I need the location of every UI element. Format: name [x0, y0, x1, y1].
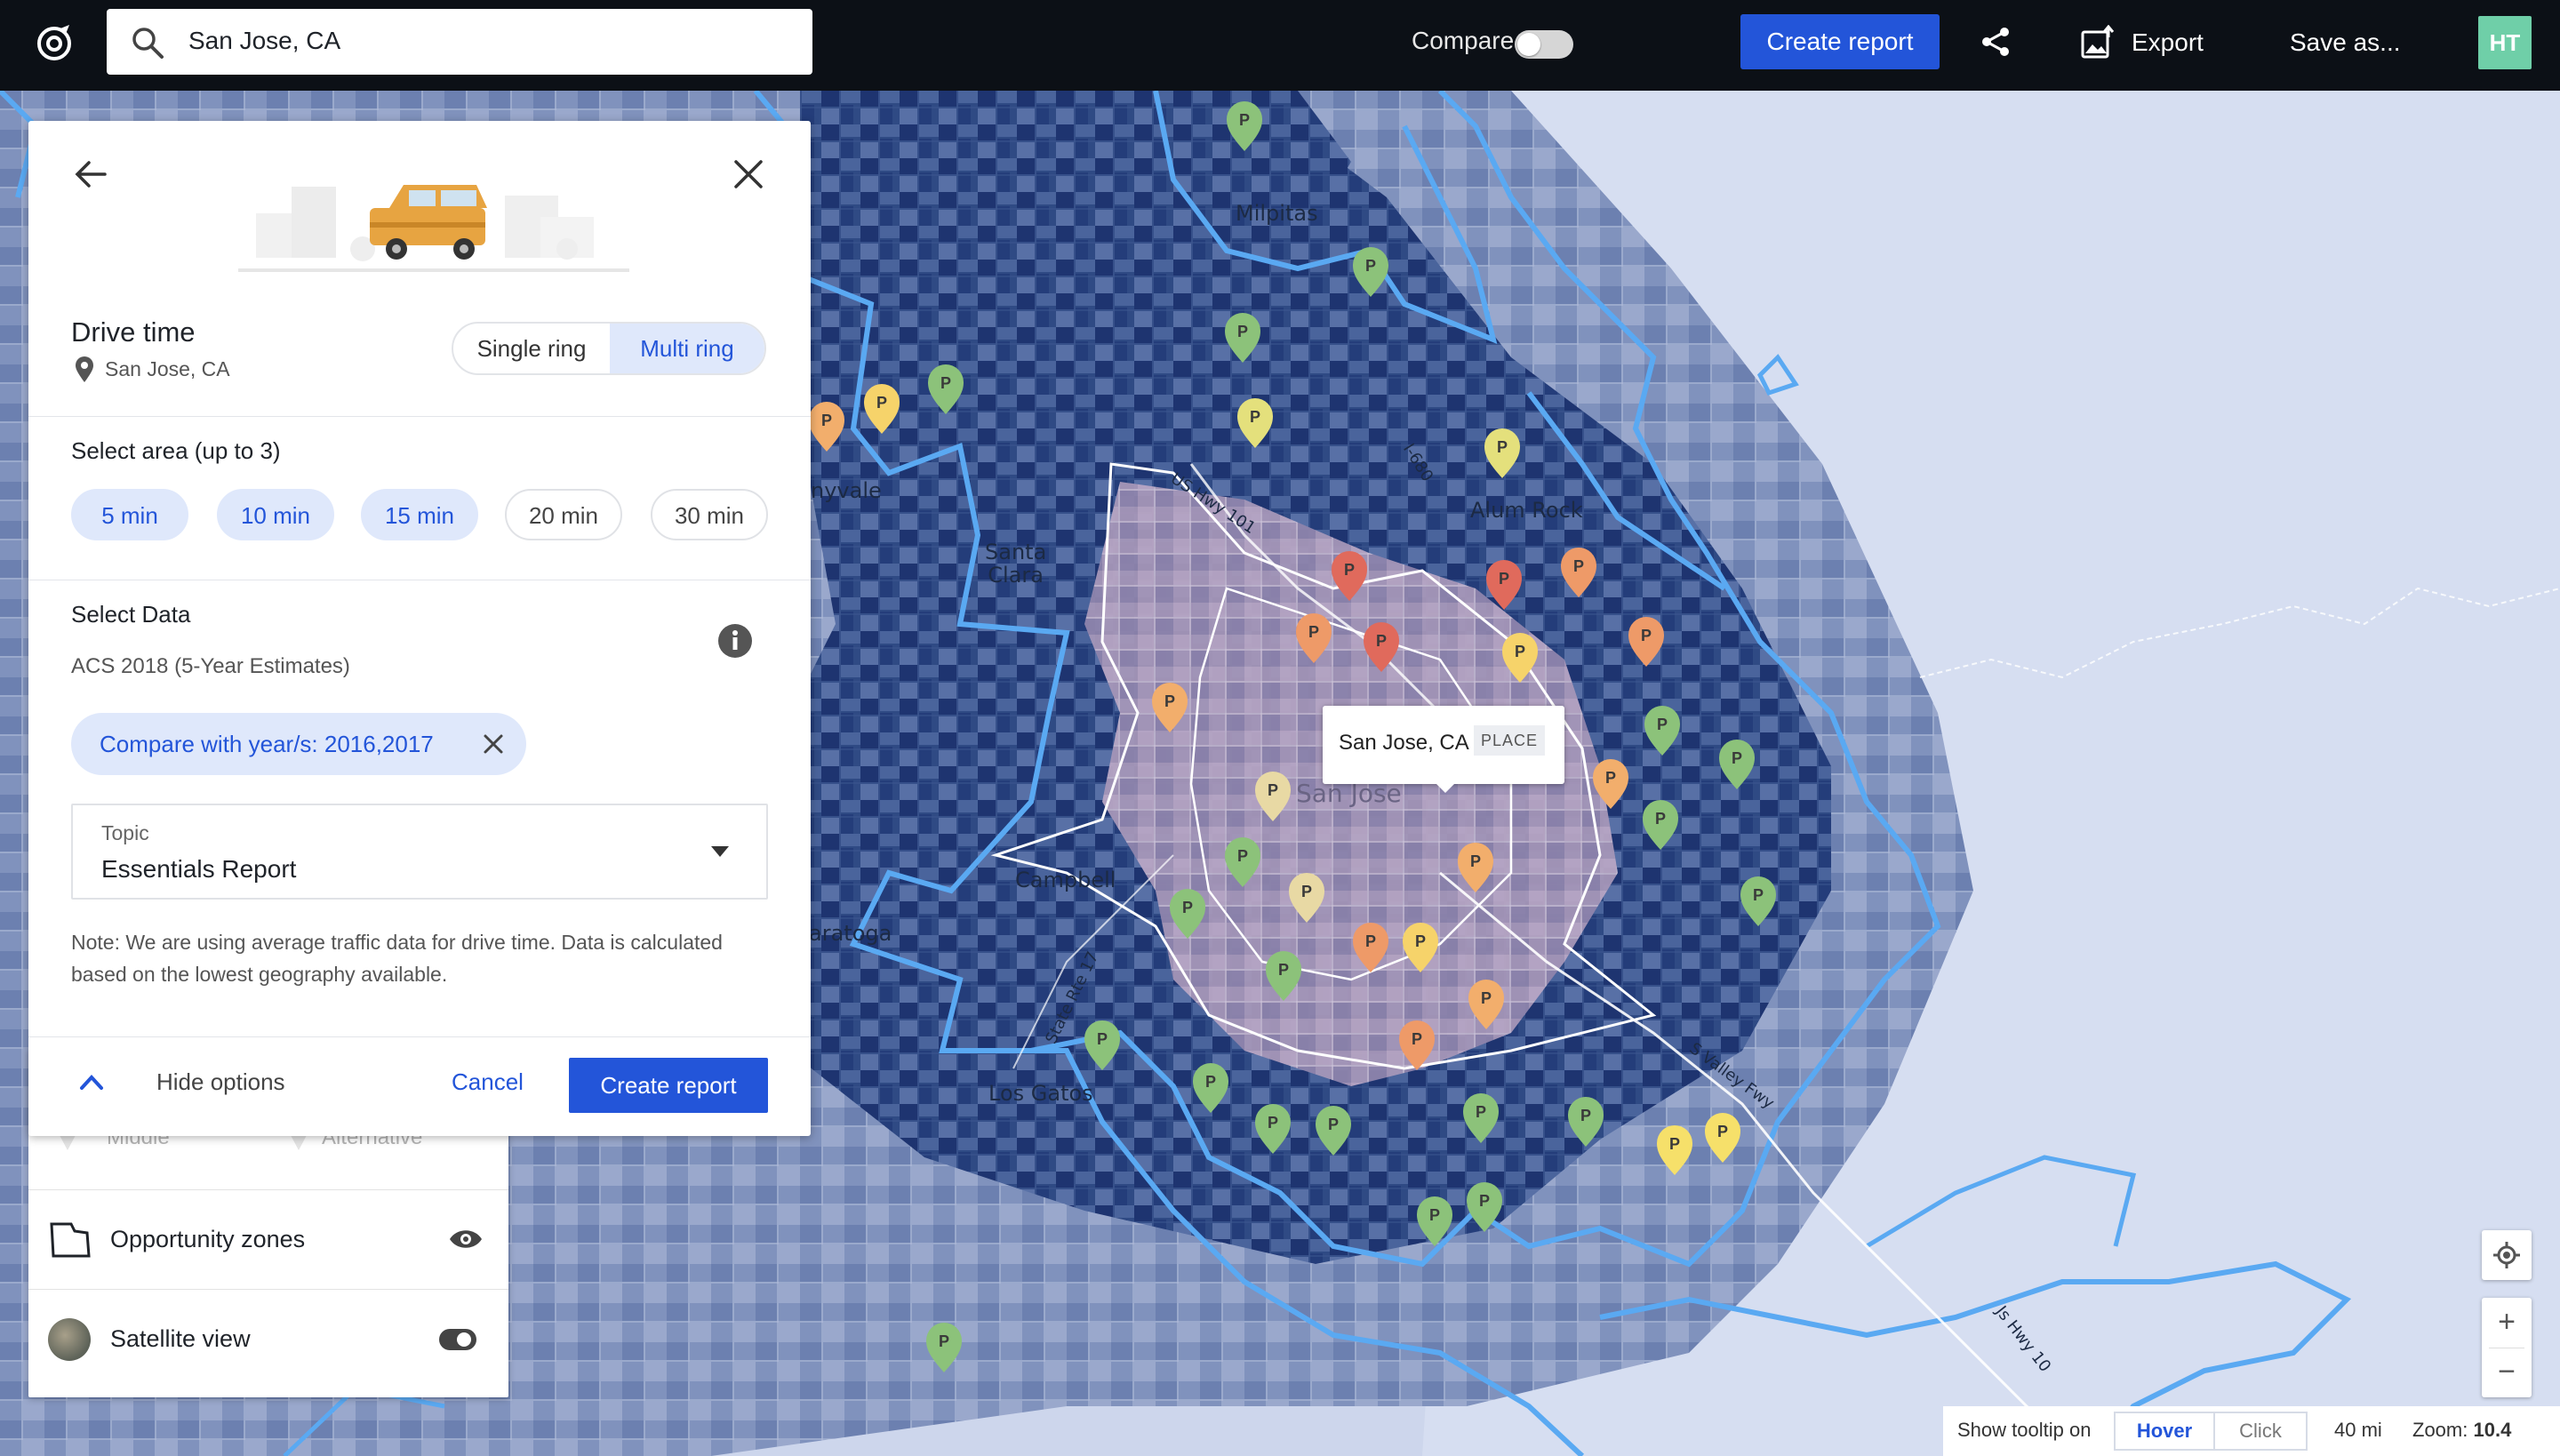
- map-tooltip: San Jose, CA PLACE: [1323, 706, 1564, 793]
- area-chip-5[interactable]: 5 min: [71, 489, 188, 540]
- area-chip-20[interactable]: 20 min: [505, 489, 622, 540]
- zoom-in-button[interactable]: +: [2482, 1298, 2532, 1348]
- satellite-toggle[interactable]: [439, 1329, 476, 1350]
- back-arrow-icon[interactable]: [71, 155, 110, 194]
- car-illustration: [238, 185, 629, 272]
- map-label-saratoga: aratoga: [809, 921, 892, 946]
- tooltip-tail: [1435, 782, 1456, 793]
- drive-time-panel: Drive time San Jose, CA Single ring Mult…: [28, 121, 811, 1136]
- map-label-campbell: Campbell: [1015, 868, 1116, 892]
- tooltip-place-tag: PLACE: [1474, 725, 1546, 756]
- tooltip-hover-option[interactable]: Hover: [2114, 1412, 2215, 1451]
- polygon-icon: [50, 1222, 91, 1258]
- zoom-controls: + −: [2482, 1298, 2532, 1397]
- map-status-bar: Show tooltip on Hover Click 40 mi Zoom: …: [1943, 1406, 2560, 1456]
- tooltip-click-option[interactable]: Click: [2215, 1412, 2308, 1451]
- compare-years-label: Compare with year/s: 2016,2017: [100, 731, 434, 757]
- dropdown-caret-icon: [711, 846, 729, 857]
- search-input[interactable]: San Jose, CA: [188, 27, 340, 55]
- satellite-toggle-knob: [457, 1332, 471, 1347]
- tooltip-place-name: San Jose, CA: [1339, 731, 1469, 755]
- export-label: Export: [2132, 28, 2204, 56]
- map-label-milpitas: Milpitas: [1236, 201, 1318, 226]
- create-report-button[interactable]: Create report: [569, 1058, 768, 1113]
- zoom-readout: Zoom: 10.4: [2412, 1419, 2511, 1442]
- compare-toggle[interactable]: [1515, 30, 1573, 59]
- map-label-sunnyvale: nyvale: [811, 478, 882, 503]
- area-chip-30[interactable]: 30 min: [651, 489, 768, 540]
- panel-title: Drive time: [71, 316, 196, 348]
- cancel-button[interactable]: Cancel: [452, 1068, 524, 1096]
- close-icon[interactable]: [731, 156, 766, 192]
- locate-me-button[interactable]: [2482, 1230, 2532, 1280]
- compare-toggle-knob: [1517, 33, 1540, 56]
- eye-icon[interactable]: [448, 1226, 484, 1252]
- info-icon[interactable]: [716, 622, 754, 660]
- select-area-label: Select area (up to 3): [71, 437, 281, 464]
- divider: [28, 416, 811, 417]
- export-image-icon: [2081, 25, 2115, 59]
- save-as-button[interactable]: Save as...: [2290, 28, 2401, 57]
- multi-ring-option[interactable]: Multi ring: [610, 324, 764, 373]
- chevron-up-icon[interactable]: [78, 1072, 105, 1093]
- search-box[interactable]: San Jose, CA: [107, 9, 812, 75]
- layer-row-satellite-view[interactable]: Satellite view: [28, 1289, 508, 1388]
- layer-row-opportunity-zones[interactable]: Opportunity zones: [28, 1189, 508, 1289]
- area-chip-10[interactable]: 10 min: [217, 489, 334, 540]
- drive-time-note: Note: We are using average traffic data …: [71, 931, 723, 986]
- layer-label-opportunity-zones: Opportunity zones: [110, 1226, 306, 1252]
- select-data-label: Select Data: [71, 601, 191, 628]
- zoom-label: Zoom:: [2412, 1419, 2468, 1441]
- topic-caption: Topic: [101, 821, 149, 844]
- location-pin-icon: [76, 356, 93, 382]
- search-icon: [132, 28, 164, 59]
- panel-location-label: San Jose, CA: [105, 357, 230, 380]
- share-icon[interactable]: [1979, 25, 2012, 59]
- ring-mode-selector: Single ring Multi ring: [452, 322, 766, 375]
- map-scale: 40 mi: [2334, 1419, 2382, 1441]
- avatar[interactable]: HT: [2478, 16, 2532, 69]
- crosshair-icon: [2493, 1242, 2520, 1268]
- divider: [28, 1036, 811, 1037]
- hide-options-button[interactable]: Hide options: [156, 1068, 285, 1096]
- single-ring-option[interactable]: Single ring: [453, 324, 610, 373]
- remove-compare-icon[interactable]: [482, 732, 505, 756]
- layer-label-satellite-view: Satellite view: [110, 1325, 251, 1352]
- compare-years-chip[interactable]: Compare with year/s: 2016,2017: [71, 713, 526, 775]
- create-report-button-top[interactable]: Create report: [1740, 14, 1940, 69]
- topic-value: Essentials Report: [101, 855, 297, 883]
- app-logo-icon[interactable]: [34, 23, 75, 64]
- map-label-los-gatos: Los Gatos: [988, 1081, 1093, 1106]
- map-label-alum-rock: Alum Rock: [1470, 498, 1583, 523]
- satellite-thumb: [48, 1318, 91, 1361]
- zoom-out-button[interactable]: −: [2482, 1348, 2532, 1397]
- topic-select[interactable]: Topic Essentials Report: [71, 804, 768, 900]
- show-tooltip-label: Show tooltip on: [1957, 1419, 2092, 1441]
- dataset-label: ACS 2018 (5-Year Estimates): [71, 654, 350, 678]
- compare-label: Compare: [1412, 27, 1515, 54]
- top-bar: San Jose, CA Compare Create report Expor…: [0, 0, 2560, 91]
- zoom-value: 10.4: [2473, 1419, 2512, 1441]
- map-label-santa-clara: Santa Clara: [985, 540, 1047, 588]
- area-chip-15[interactable]: 15 min: [361, 489, 478, 540]
